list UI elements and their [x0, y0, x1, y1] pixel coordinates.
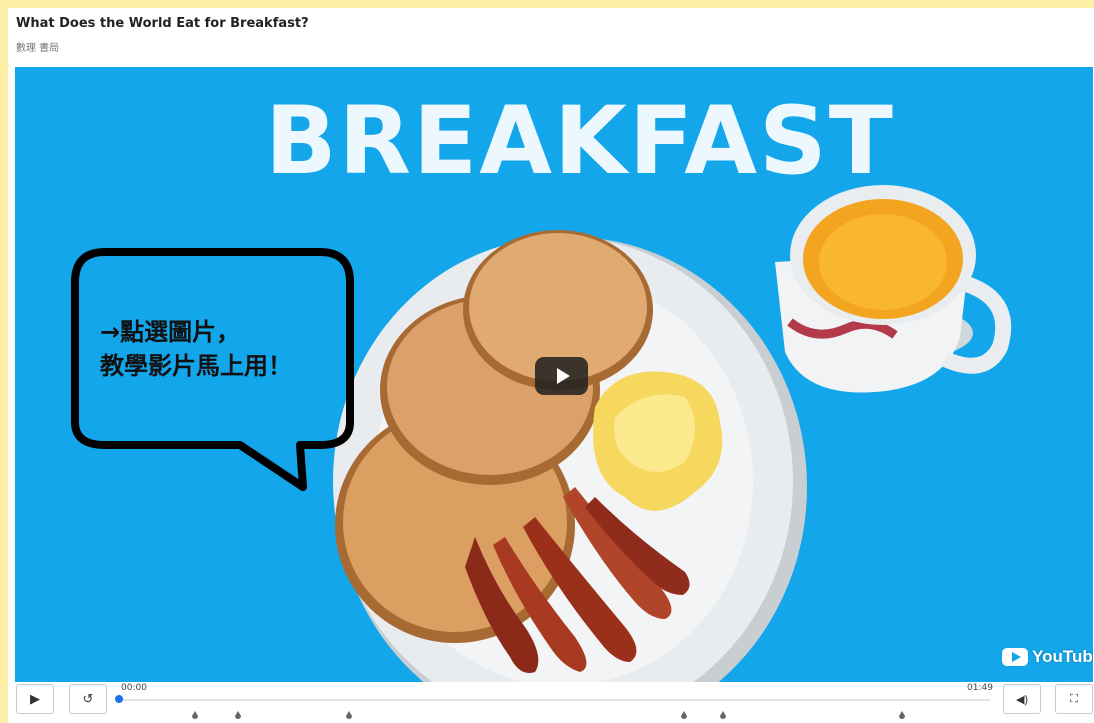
- chapter-marker[interactable]: [235, 711, 241, 719]
- fullscreen-icon: ⛶: [1070, 692, 1078, 705]
- progress-track[interactable]: [118, 699, 990, 701]
- video-subtitle: 數理 書局: [16, 43, 60, 54]
- video-title: What Does the World Eat for Breakfast?: [16, 16, 309, 31]
- breakfast-heading: BREAKFAST: [265, 87, 895, 196]
- volume-button[interactable]: ◀): [1003, 684, 1041, 714]
- current-time: 00:00: [121, 683, 147, 693]
- volume-icon: ◀): [1015, 693, 1029, 706]
- replay-button[interactable]: ↺: [69, 684, 107, 714]
- play-button[interactable]: ▶: [16, 684, 54, 714]
- play-icon: ▶: [30, 691, 40, 706]
- youtube-logo[interactable]: YouTube: [1002, 646, 1093, 668]
- chapter-marker[interactable]: [192, 711, 198, 719]
- youtube-logo-text: YouTube: [1032, 647, 1093, 666]
- youtube-play-icon: [1002, 648, 1028, 666]
- chapter-marker[interactable]: [899, 711, 905, 719]
- chapter-marker[interactable]: [681, 711, 687, 719]
- progress-thumb[interactable]: [115, 695, 123, 703]
- duration-time: 01:49: [967, 683, 993, 693]
- video-player[interactable]: BREAKFAST →點選圖片， 教學影片馬上用！ YouTube: [15, 67, 1093, 682]
- chapter-marker[interactable]: [720, 711, 726, 719]
- callout-line-2: 教學影片馬上用！: [100, 352, 292, 380]
- fullscreen-button[interactable]: ⛶: [1055, 684, 1093, 714]
- lesson-panel: What Does the World Eat for Breakfast? 數…: [8, 8, 1094, 723]
- play-icon: [556, 368, 570, 384]
- video-play-overlay-button[interactable]: [535, 357, 588, 395]
- chapter-marker[interactable]: [346, 711, 352, 719]
- callout-text: →點選圖片， 教學影片馬上用！: [100, 315, 292, 383]
- replay-icon: ↺: [82, 691, 94, 706]
- callout-line-1: →點選圖片，: [100, 318, 241, 346]
